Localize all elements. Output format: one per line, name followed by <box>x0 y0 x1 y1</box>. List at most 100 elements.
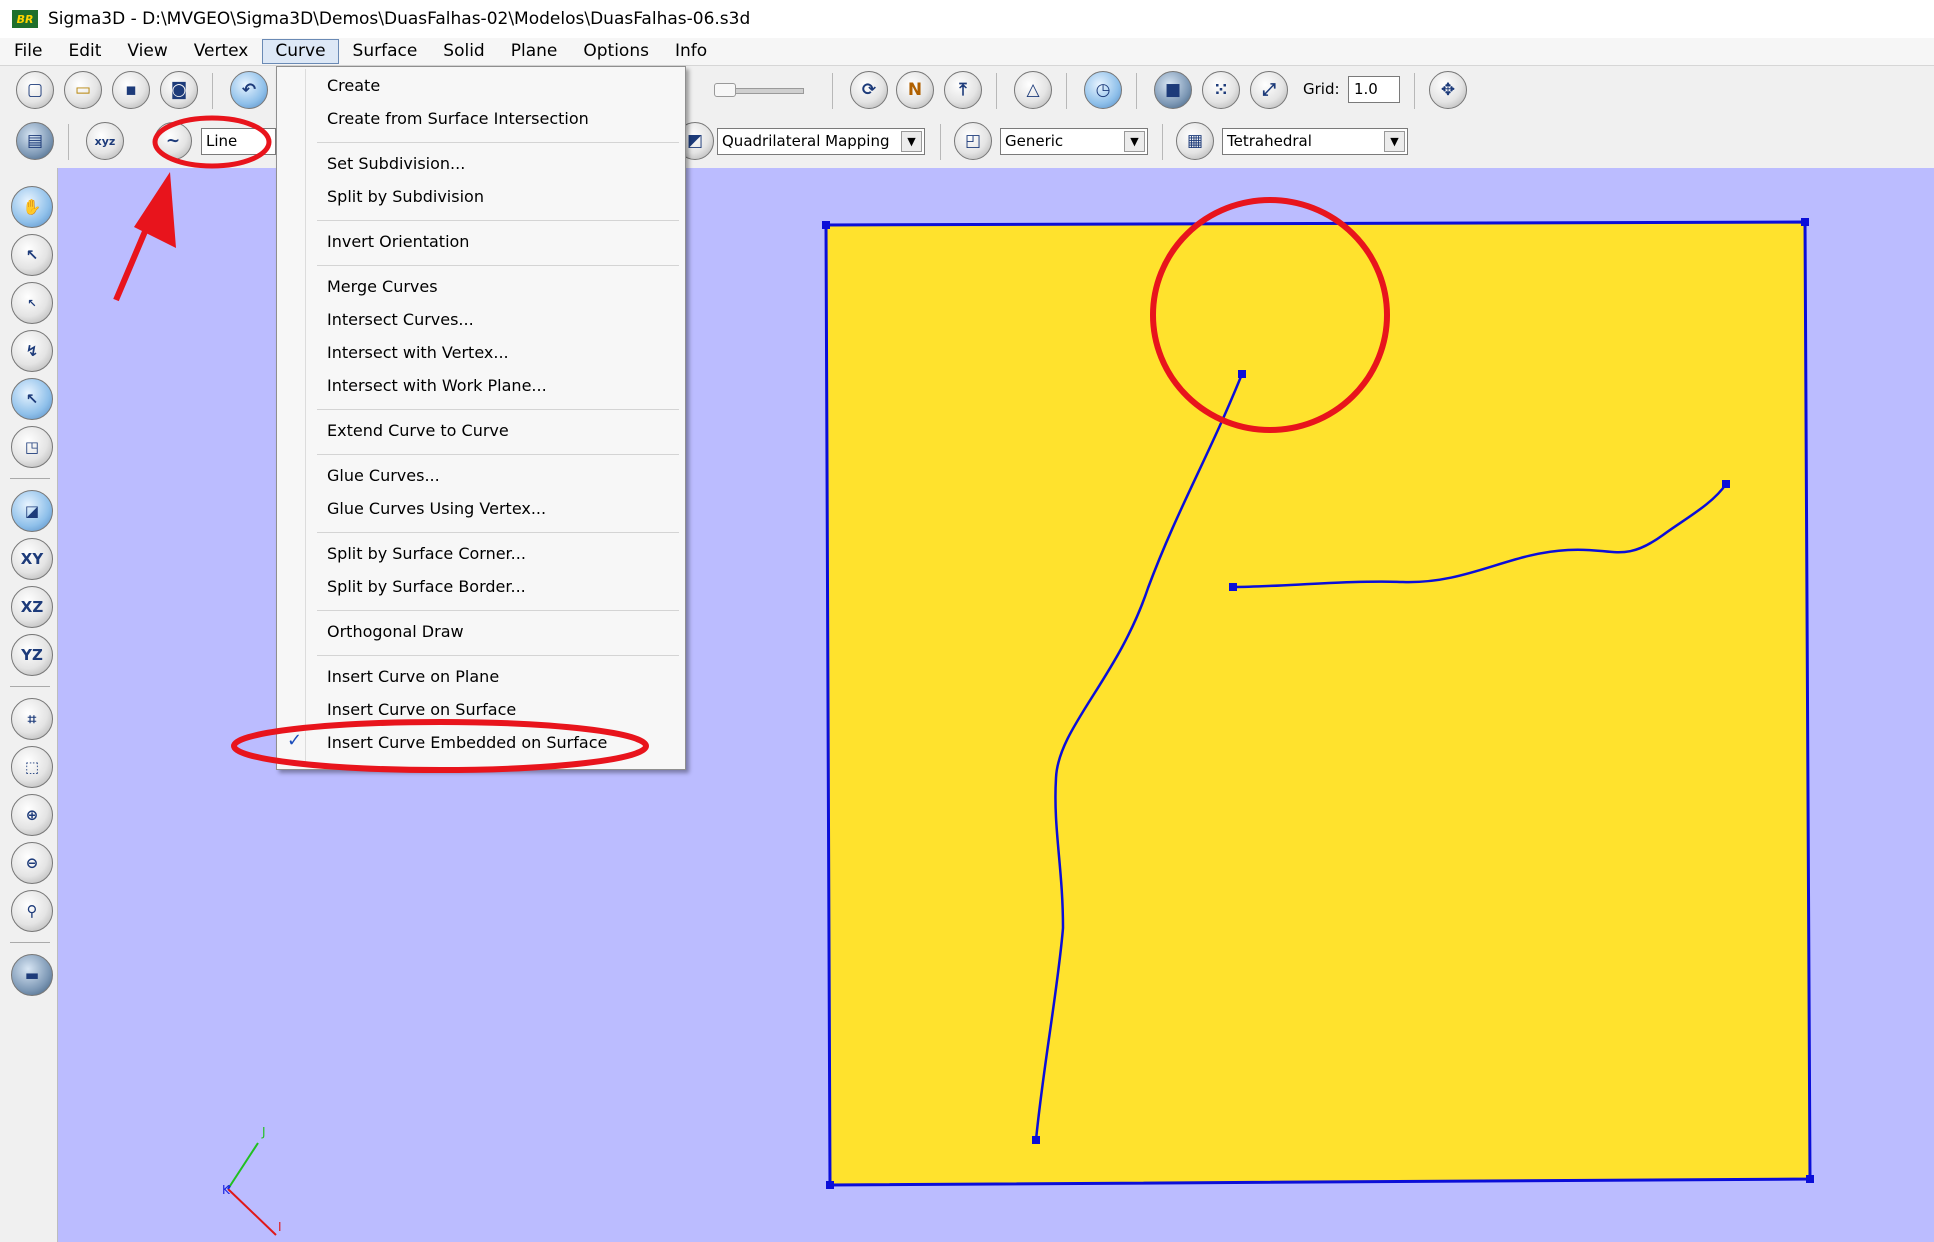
menu-plane[interactable]: Plane <box>499 39 570 64</box>
axis-j-line <box>227 1142 259 1190</box>
menu-item-intersect-curves[interactable]: Intersect Curves... <box>327 310 474 329</box>
menu-item-create[interactable]: Create <box>327 76 380 95</box>
menu-separator <box>317 655 679 656</box>
menu-item-split-by-surface-corner[interactable]: Split by Surface Corner... <box>327 544 526 563</box>
menu-info[interactable]: Info <box>663 39 719 64</box>
cube-icon[interactable]: ◰ <box>954 122 992 160</box>
menu-file[interactable]: File <box>2 39 54 64</box>
xyz-pick-icon[interactable]: ↖ <box>11 282 53 324</box>
curve-endpoint[interactable] <box>1238 370 1246 378</box>
toolbar-separator <box>1066 73 1067 109</box>
rotate-axis-icon[interactable]: ⟳ <box>850 71 888 109</box>
undo-icon[interactable]: ↶ <box>230 71 268 109</box>
solid-pick-icon[interactable]: ◳ <box>11 426 53 468</box>
generic-select[interactable]: Generic ▼ <box>1000 128 1148 155</box>
curve-type-select[interactable]: Line <box>201 128 276 155</box>
clock-icon[interactable]: ◷ <box>1084 71 1122 109</box>
surface-corner-vertex[interactable] <box>822 221 830 229</box>
snap-grid-icon[interactable]: ⤢ <box>1250 71 1288 109</box>
zoom-in-icon[interactable]: ⊕ <box>11 794 53 836</box>
curve-tool-icon[interactable]: ∼ <box>154 122 192 160</box>
mesh-type-value: Tetrahedral <box>1227 132 1312 150</box>
surface-corner-vertex[interactable] <box>1806 1175 1814 1183</box>
new-file-icon[interactable]: ▢ <box>16 71 54 109</box>
menu-separator <box>317 220 679 221</box>
menu-separator <box>317 409 679 410</box>
menu-item-glue-curves-using-vertex[interactable]: Glue Curves Using Vertex... <box>327 499 546 518</box>
fit-view-icon[interactable]: ⌗ <box>11 698 53 740</box>
curve-endpoint[interactable] <box>1032 1136 1040 1144</box>
north-icon[interactable]: N <box>896 71 934 109</box>
3d-view-icon[interactable]: ◪ <box>11 490 53 532</box>
menu-item-split-by-surface-border[interactable]: Split by Surface Border... <box>327 577 526 596</box>
menu-item-invert-orientation[interactable]: Invert Orientation <box>327 232 469 251</box>
vertical-axis-icon[interactable]: ⤒ <box>944 71 982 109</box>
curve-endpoint[interactable] <box>1229 583 1237 591</box>
menu-gutter <box>305 69 306 767</box>
keyboard-icon[interactable]: ▤ <box>16 122 54 160</box>
mesh-icon[interactable]: ▦ <box>1176 122 1214 160</box>
hand-pan-icon[interactable]: ✋ <box>11 186 53 228</box>
xy-view-button[interactable]: XY <box>11 538 53 580</box>
menu-item-set-subdivision[interactable]: Set Subdivision... <box>327 154 465 173</box>
menu-item-merge-curves[interactable]: Merge Curves <box>327 277 438 296</box>
grid-dots-icon[interactable]: ⁙ <box>1202 71 1240 109</box>
menu-item-insert-curve-on-surface[interactable]: Insert Curve on Surface <box>327 700 516 719</box>
surface-pick-icon[interactable]: ↖ <box>11 378 53 420</box>
menu-edit[interactable]: Edit <box>56 39 113 64</box>
menu-item-glue-curves[interactable]: Glue Curves... <box>327 466 440 485</box>
zoom-out-icon[interactable]: ⊖ <box>11 842 53 884</box>
menu-item-split-by-subdivision[interactable]: Split by Subdivision <box>327 187 484 206</box>
surface-corner-vertex[interactable] <box>1801 218 1809 226</box>
open-folder-icon[interactable]: ▭ <box>64 71 102 109</box>
solid-view-icon[interactable]: ■ <box>1154 71 1192 109</box>
curve-pick-icon[interactable]: ↯ <box>11 330 53 372</box>
toolbar-separator <box>1162 124 1163 160</box>
xyz-coordinates-icon[interactable]: xyz <box>86 122 124 160</box>
slider-thumb[interactable] <box>714 83 736 97</box>
mesh-type-select[interactable]: Tetrahedral ▼ <box>1222 128 1408 155</box>
menu-bar: File Edit View Vertex Curve Surface Soli… <box>0 38 1934 66</box>
zoom-icon[interactable]: ⚲ <box>11 890 53 932</box>
toolbar-separator <box>212 73 213 109</box>
triangle-icon[interactable]: △ <box>1014 71 1052 109</box>
menu-item-create-from-surface-intersection[interactable]: Create from Surface Intersection <box>327 109 589 128</box>
axis-i-line <box>227 1188 277 1236</box>
menu-separator <box>317 265 679 266</box>
curve-endpoint[interactable] <box>1722 480 1730 488</box>
menu-solid[interactable]: Solid <box>431 39 496 64</box>
grid-size-input[interactable]: 1.0 <box>1348 76 1400 103</box>
menu-item-insert-curve-on-plane[interactable]: Insert Curve on Plane <box>327 667 499 686</box>
menu-item-intersect-with-vertex[interactable]: Intersect with Vertex... <box>327 343 509 362</box>
menu-item-intersect-with-work-plane[interactable]: Intersect with Work Plane... <box>327 376 547 395</box>
chevron-down-icon[interactable]: ▼ <box>901 131 922 152</box>
surface-patch[interactable] <box>824 220 1812 1187</box>
menu-curve[interactable]: Curve <box>262 39 339 64</box>
menu-vertex[interactable]: Vertex <box>182 39 261 64</box>
axis-i-label: I <box>278 1220 282 1234</box>
save-icon[interactable]: ▪ <box>112 71 150 109</box>
menu-item-extend-curve-to-curve[interactable]: Extend Curve to Curve <box>327 421 509 440</box>
toolbar-separator <box>832 73 833 109</box>
yz-view-button[interactable]: YZ <box>11 634 53 676</box>
toolbar-separator <box>68 124 69 160</box>
curve-menu-dropdown: Create Create from Surface Intersection … <box>276 66 686 770</box>
menu-view[interactable]: View <box>115 39 179 64</box>
chevron-down-icon[interactable]: ▼ <box>1124 131 1145 152</box>
camera-icon[interactable]: ◙ <box>160 71 198 109</box>
info-move-icon[interactable]: ✥ <box>1429 71 1467 109</box>
menu-options[interactable]: Options <box>571 39 661 64</box>
menu-item-orthogonal-draw[interactable]: Orthogonal Draw <box>327 622 464 641</box>
surface-corner-vertex[interactable] <box>826 1181 834 1189</box>
checkmark-icon: ✓ <box>287 730 303 751</box>
xz-view-button[interactable]: XZ <box>11 586 53 628</box>
menu-item-insert-curve-embedded-on-surface[interactable]: Insert Curve Embedded on Surface <box>327 733 607 752</box>
menu-surface[interactable]: Surface <box>341 39 430 64</box>
select-arrow-icon[interactable]: ↖ <box>11 234 53 276</box>
zoom-box-icon[interactable]: ⬚ <box>11 746 53 788</box>
title-bar: BR Sigma3D - D:\MVGEO\Sigma3D\Demos\Duas… <box>0 0 1934 39</box>
generic-select-value: Generic <box>1005 132 1064 150</box>
mapping-select[interactable]: Quadrilateral Mapping ▼ <box>717 128 925 155</box>
console-icon[interactable]: ▬ <box>11 954 53 996</box>
chevron-down-icon[interactable]: ▼ <box>1384 131 1405 152</box>
